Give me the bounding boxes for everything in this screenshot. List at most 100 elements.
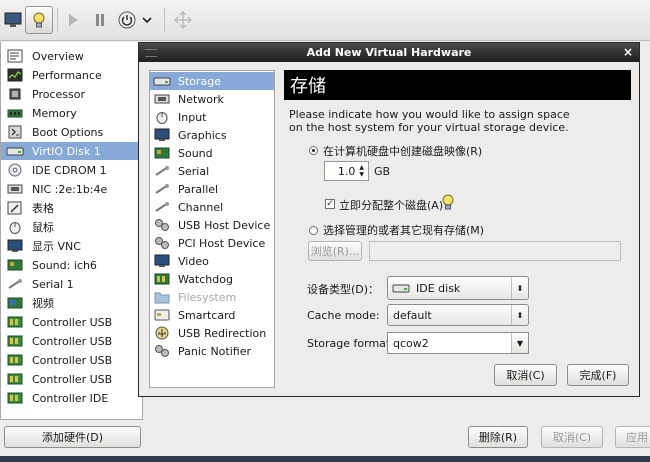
browse-button[interactable]: 浏览(R)... [308, 241, 362, 261]
hardware-item-tablet[interactable]: 表格 [1, 199, 142, 217]
hardware-item-mouse[interactable]: 鼠标 [1, 218, 142, 236]
hardware-item-controller-usb-3[interactable]: Controller USB [1, 351, 142, 369]
storage-format-combo[interactable]: qcow2 ▼ [387, 332, 529, 354]
hw-type-filesystem[interactable]: Filesystem [150, 288, 274, 306]
allocate-now-checkbox[interactable]: ✓ [325, 199, 335, 209]
lightbulb-icon[interactable] [25, 6, 53, 34]
usb-redirection-icon [153, 326, 171, 340]
dialog-titlebar[interactable]: Add New Virtual Hardware × [139, 43, 639, 62]
hardware-item-controller-usb-2[interactable]: Controller USB [1, 332, 142, 350]
hw-type-usb-host-device[interactable]: USB Host Device [150, 216, 274, 234]
existing-storage-label: 选择管理的或者其它现有存储(M) [323, 224, 485, 237]
controller-icon [6, 334, 24, 348]
hw-type-graphics[interactable]: Graphics [150, 126, 274, 144]
hardware-item-controller-ide[interactable]: Controller IDE [1, 389, 142, 407]
hardware-item-boot-options[interactable]: Boot Options [1, 123, 142, 141]
create-disk-label: 在计算机硬盘中创建磁盘映像(R) [323, 145, 483, 158]
add-hardware-button[interactable]: 添加硬件(D) [4, 426, 141, 448]
serial-icon [6, 277, 24, 291]
hw-type-watchdog[interactable]: Watchdog [150, 270, 274, 288]
apply-button[interactable]: 应用 [615, 426, 650, 448]
updown-arrow-icon: ⬍ [511, 277, 528, 299]
hw-type-video[interactable]: Video [150, 252, 274, 270]
controller-icon [6, 353, 24, 367]
hw-type-pci-host-device[interactable]: PCI Host Device [150, 234, 274, 252]
tablet-icon [6, 201, 24, 215]
disk-icon [6, 144, 24, 158]
filesystem-icon [153, 290, 171, 304]
dropdown-arrow-icon[interactable] [138, 8, 156, 32]
mouse-icon [6, 220, 24, 234]
hw-type-smartcard[interactable]: Smartcard [150, 306, 274, 324]
hardware-item-ide-cdrom[interactable]: IDE CDROM 1 [1, 161, 142, 179]
storage-icon [153, 74, 171, 88]
fullscreen-icon[interactable] [170, 8, 196, 32]
hardware-item-performance[interactable]: Performance [1, 66, 142, 84]
computer-icon[interactable] [0, 8, 26, 32]
disk-icon [392, 282, 410, 294]
dialog-cancel-button[interactable]: 取消(C) [494, 364, 557, 386]
create-disk-radio[interactable] [309, 146, 318, 155]
storage-format-label: Storage format: [307, 337, 394, 350]
smartcard-icon [153, 308, 171, 322]
description-line-1: Please indicate how you would like to as… [289, 108, 570, 121]
device-type-label: 设备类型(D)： [307, 283, 380, 296]
close-icon[interactable]: × [623, 45, 633, 59]
channel-icon [153, 200, 171, 214]
power-icon[interactable] [114, 8, 140, 32]
taskbar-edge [0, 456, 650, 462]
description-line-2: on the host system for your virtual stor… [289, 121, 569, 134]
hw-type-storage[interactable]: Storage [150, 72, 274, 90]
nic-icon [6, 182, 24, 196]
play-icon[interactable] [60, 8, 86, 32]
updown-arrow-icon: ⬍ [511, 305, 528, 325]
graphics-icon [153, 128, 171, 142]
cache-mode-label: Cache mode: [307, 309, 380, 322]
toolbar [0, 0, 650, 41]
page-header: 存储 [284, 70, 631, 100]
cache-mode-select[interactable]: default ⬍ [387, 304, 529, 326]
video-icon [6, 296, 24, 310]
panic-notifier-icon [153, 344, 171, 358]
hardware-item-display[interactable]: 显示 VNC [1, 237, 142, 255]
add-hardware-dialog: Add New Virtual Hardware × Storage Netwo… [138, 42, 640, 397]
spinner-arrows-icon[interactable]: ▲ ▼ [359, 164, 364, 178]
hardware-item-controller-usb-4[interactable]: Controller USB [1, 370, 142, 388]
hardware-type-list: Storage Network Input Graphics Sound Ser… [149, 70, 275, 388]
remove-button[interactable]: 删除(R) [468, 426, 528, 448]
hw-type-usb-redirection[interactable]: USB Redirection [150, 324, 274, 342]
network-icon [153, 92, 171, 106]
hardware-item-virtio-disk[interactable]: VirtIO Disk 1 [1, 142, 142, 160]
hardware-item-nic[interactable]: NIC :2e:1b:4e [1, 180, 142, 198]
hardware-item-controller-usb-1[interactable]: Controller USB [1, 313, 142, 331]
disk-size-spinner[interactable]: 1.0 ▲ ▼ [324, 161, 369, 181]
hw-type-input[interactable]: Input [150, 108, 274, 126]
hardware-item-sound[interactable]: Sound: ich6 [1, 256, 142, 274]
finish-button[interactable]: 完成(F) [567, 364, 629, 386]
hw-type-channel[interactable]: Channel [150, 198, 274, 216]
cancel-button[interactable]: 取消(C) [541, 426, 603, 448]
existing-storage-radio[interactable] [309, 226, 318, 235]
hw-type-panic-notifier[interactable]: Panic Notifier [150, 342, 274, 360]
hardware-item-serial[interactable]: Serial 1 [1, 275, 142, 293]
controller-icon [6, 372, 24, 386]
device-type-select[interactable]: IDE disk ⬍ [387, 276, 529, 300]
storage-path-input[interactable] [369, 241, 621, 261]
disk-size-unit: GB [374, 165, 391, 178]
usb-host-device-icon [153, 218, 171, 232]
parallel-icon [153, 182, 171, 196]
chevron-down-icon[interactable]: ▼ [511, 333, 528, 353]
hw-type-network[interactable]: Network [150, 90, 274, 108]
allocate-now-label: 立即分配整个磁盘(A) [339, 199, 444, 212]
hw-type-parallel[interactable]: Parallel [150, 180, 274, 198]
hardware-item-memory[interactable]: Memory [1, 104, 142, 122]
pause-icon[interactable] [87, 8, 113, 32]
hw-type-serial[interactable]: Serial [150, 162, 274, 180]
hw-type-sound[interactable]: Sound [150, 144, 274, 162]
overview-icon [6, 49, 24, 63]
lightbulb-icon [441, 193, 455, 214]
hardware-item-processor[interactable]: Processor [1, 85, 142, 103]
hardware-item-overview[interactable]: Overview [1, 47, 142, 65]
window-menu-icon[interactable] [145, 49, 157, 57]
hardware-item-video[interactable]: 视频 [1, 294, 142, 312]
